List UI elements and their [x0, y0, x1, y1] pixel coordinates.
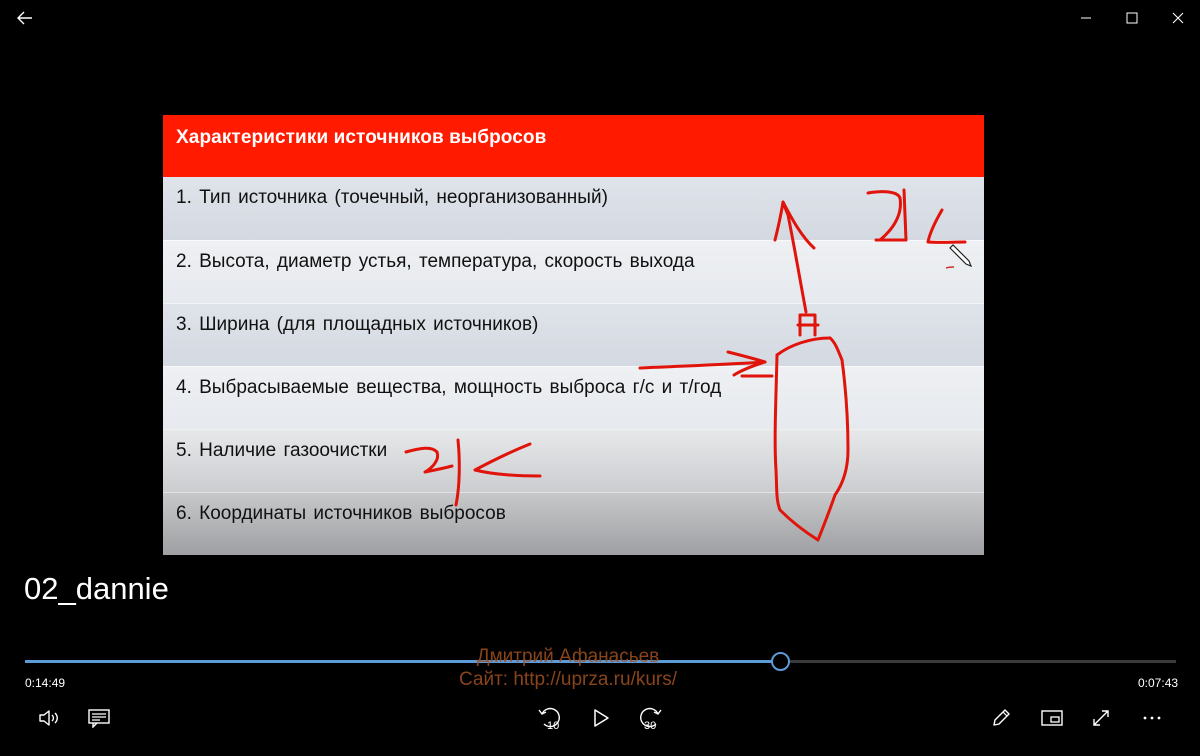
play-button[interactable]: [581, 700, 621, 736]
video-title: 02_dannie: [24, 571, 169, 606]
slide-row: 2. Высота, диаметр устья, температура, с…: [163, 240, 984, 303]
maximize-icon: [1126, 12, 1138, 24]
slide-row-text: 1. Тип источника (точечный, неорганизова…: [176, 187, 608, 208]
watermark-site: Сайт: http://uprza.ru/kurs/: [458, 669, 678, 690]
captions-button[interactable]: [79, 700, 119, 736]
watermark-author: Дмитрий Афанасьев: [476, 646, 660, 667]
fullscreen-button[interactable]: [1081, 700, 1121, 736]
watermark: Дмитрий Афанасьев Сайт: http://uprza.ru/…: [418, 645, 718, 691]
slide-title: Характеристики источников выбросов: [176, 127, 547, 148]
more-options-icon: [1143, 716, 1161, 720]
slide-row-text: 5. Наличие газоочистки: [176, 440, 388, 461]
slide-row-text: 3. Ширина (для площадных источников): [176, 314, 539, 335]
slide-row: 1. Тип источника (точечный, неорганизова…: [163, 177, 984, 240]
minimize-icon: [1081, 17, 1091, 19]
maximize-button[interactable]: [1109, 0, 1155, 36]
back-arrow-icon: [17, 11, 32, 25]
title-bar: [0, 0, 1200, 40]
mini-view-icon: [1041, 710, 1063, 726]
seek-bar-thumb[interactable]: [771, 652, 791, 671]
slide-row: 6. Координаты источников выбросов: [163, 492, 984, 555]
volume-button[interactable]: [30, 700, 70, 736]
time-elapsed: 0:14:49: [25, 676, 66, 690]
pencil-icon: [993, 709, 1010, 726]
pen-cursor-icon: [945, 244, 973, 269]
play-icon: [594, 709, 609, 727]
volume-icon: [39, 710, 58, 726]
skip-back-button[interactable]: 10: [530, 700, 570, 736]
skip-back-label: 10: [547, 720, 559, 731]
close-icon: [1172, 12, 1184, 24]
slide-row-text: 6. Координаты источников выбросов: [176, 503, 506, 524]
skip-forward-icon: 30: [640, 707, 662, 731]
skip-forward-button[interactable]: 30: [630, 700, 670, 736]
time-remaining: 0:07:43: [1138, 676, 1179, 690]
edit-button[interactable]: [981, 700, 1021, 736]
skip-back-icon: 10: [538, 707, 560, 731]
back-button[interactable]: [2, 0, 48, 36]
fullscreen-icon: [1093, 710, 1109, 726]
minimize-button[interactable]: [1063, 0, 1109, 36]
slide-row-text: 2. Высота, диаметр устья, температура, с…: [176, 251, 695, 272]
slide-row: 4. Выбрасываемые вещества, мощность выбр…: [163, 366, 984, 429]
more-options-button[interactable]: [1132, 700, 1172, 736]
presentation-slide: Характеристики источников выбросов 1. Ти…: [163, 115, 984, 555]
captions-icon: [88, 709, 110, 728]
slide-row-text: 4. Выбрасываемые вещества, мощность выбр…: [176, 377, 722, 398]
close-button[interactable]: [1155, 0, 1200, 36]
slide-row: 5. Наличие газоочистки: [163, 429, 984, 492]
slide-row: 3. Ширина (для площадных источников): [163, 303, 984, 366]
slide-header: Характеристики источников выбросов: [163, 115, 984, 177]
mini-view-button[interactable]: [1032, 700, 1072, 736]
skip-forward-label: 30: [644, 720, 656, 731]
